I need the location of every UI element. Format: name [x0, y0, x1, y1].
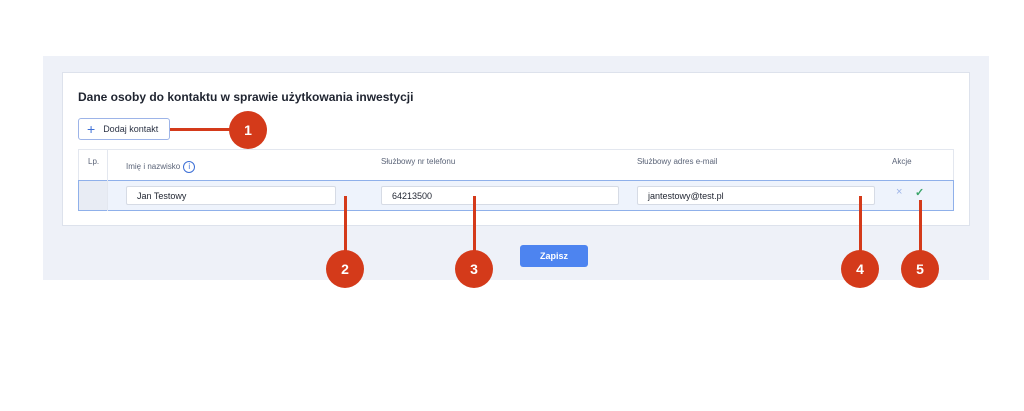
add-contact-label: Dodaj kontakt — [103, 124, 159, 134]
cancel-icon[interactable]: × — [896, 186, 902, 198]
callout-line-1 — [170, 128, 230, 131]
callout-line-5 — [919, 200, 922, 254]
callout-badge-5: 5 — [901, 250, 939, 288]
column-header-phone: Służbowy nr telefonu — [381, 157, 456, 166]
column-header-actions: Akcje — [892, 157, 912, 166]
save-button[interactable]: Zapisz — [520, 245, 588, 267]
add-contact-button[interactable]: + Dodaj kontakt — [78, 118, 170, 140]
table-header — [78, 149, 954, 180]
info-icon[interactable]: i — [183, 161, 196, 173]
callout-badge-3: 3 — [455, 250, 493, 288]
section-title: Dane osoby do kontaktu w sprawie użytkow… — [78, 90, 414, 104]
column-header-lp: Lp. — [88, 157, 100, 166]
column-header-email: Służbowy adres e-mail — [637, 157, 718, 166]
column-header-name: Imię i nazwisko i — [126, 161, 196, 173]
callout-badge-2: 2 — [326, 250, 364, 288]
callout-line-2 — [344, 196, 347, 254]
confirm-icon[interactable]: ✓ — [915, 186, 924, 199]
email-input[interactable]: jantestowy@test.pl — [637, 186, 875, 205]
plus-icon: + — [87, 121, 96, 137]
phone-input[interactable]: 64213500 — [381, 186, 619, 205]
callout-badge-1: 1 — [229, 111, 267, 149]
callout-line-3 — [473, 196, 476, 254]
callout-badge-4: 4 — [841, 250, 879, 288]
callout-line-4 — [859, 196, 862, 254]
column-header-name-label: Imię i nazwisko — [126, 162, 181, 172]
name-input[interactable]: Jan Testowy — [126, 186, 336, 205]
